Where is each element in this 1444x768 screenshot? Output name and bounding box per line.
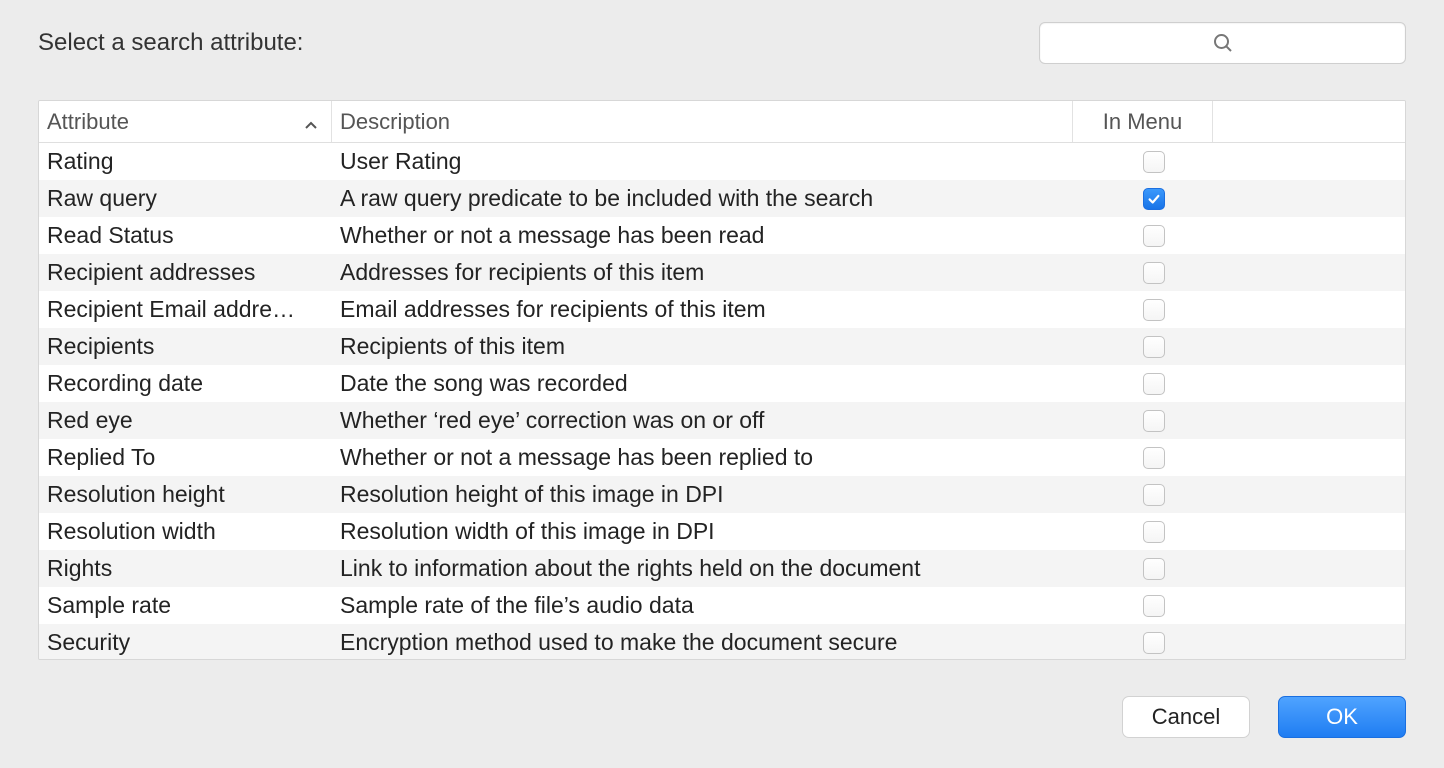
attribute-cell: Red eye	[39, 407, 332, 434]
attribute-cell: Rights	[39, 555, 332, 582]
attribute-cell: Security	[39, 629, 332, 656]
table-row[interactable]: Recipient Email addre…Email addresses fo…	[39, 291, 1405, 328]
in-menu-cell	[1073, 410, 1405, 432]
attribute-cell: Replied To	[39, 444, 332, 471]
table-row[interactable]: RightsLink to information about the righ…	[39, 550, 1405, 587]
column-header-label: In Menu	[1103, 109, 1183, 135]
attribute-cell: Sample rate	[39, 592, 332, 619]
description-cell: A raw query predicate to be included wit…	[332, 185, 1073, 212]
column-header-spacer	[1213, 101, 1405, 142]
in-menu-cell	[1073, 299, 1405, 321]
in-menu-checkbox[interactable]	[1143, 558, 1165, 580]
description-cell: User Rating	[332, 148, 1073, 175]
in-menu-cell	[1073, 262, 1405, 284]
search-field[interactable]	[1039, 22, 1406, 64]
table-row[interactable]: RecipientsRecipients of this item	[39, 328, 1405, 365]
cancel-button[interactable]: Cancel	[1122, 696, 1250, 738]
table-row[interactable]: Read StatusWhether or not a message has …	[39, 217, 1405, 254]
column-header-label: Description	[340, 109, 450, 135]
in-menu-cell	[1073, 447, 1405, 469]
attribute-cell: Rating	[39, 148, 332, 175]
table-row[interactable]: RatingUser Rating	[39, 143, 1405, 180]
column-header-description[interactable]: Description	[332, 101, 1073, 142]
in-menu-checkbox[interactable]	[1143, 410, 1165, 432]
attribute-cell: Read Status	[39, 222, 332, 249]
in-menu-checkbox[interactable]	[1143, 373, 1165, 395]
in-menu-checkbox[interactable]	[1143, 632, 1165, 654]
table-row[interactable]: Recipient addressesAddresses for recipie…	[39, 254, 1405, 291]
attribute-cell: Recipient addresses	[39, 259, 332, 286]
header: Select a search attribute:	[38, 18, 1406, 68]
in-menu-checkbox[interactable]	[1143, 225, 1165, 247]
button-label: Cancel	[1152, 704, 1220, 730]
attribute-cell: Recording date	[39, 370, 332, 397]
in-menu-checkbox[interactable]	[1143, 188, 1165, 210]
prompt-label: Select a search attribute:	[38, 29, 303, 57]
in-menu-cell	[1073, 484, 1405, 506]
in-menu-cell	[1073, 188, 1405, 210]
in-menu-cell	[1073, 595, 1405, 617]
search-icon	[1211, 31, 1235, 55]
in-menu-checkbox[interactable]	[1143, 595, 1165, 617]
description-cell: Resolution width of this image in DPI	[332, 518, 1073, 545]
in-menu-checkbox[interactable]	[1143, 521, 1165, 543]
in-menu-checkbox[interactable]	[1143, 336, 1165, 358]
dialog-footer: Cancel OK	[1122, 696, 1406, 738]
description-cell: Recipients of this item	[332, 333, 1073, 360]
description-cell: Date the song was recorded	[332, 370, 1073, 397]
attribute-cell: Raw query	[39, 185, 332, 212]
column-header-in-menu[interactable]: In Menu	[1073, 101, 1213, 142]
table-row[interactable]: Raw queryA raw query predicate to be inc…	[39, 180, 1405, 217]
description-cell: Resolution height of this image in DPI	[332, 481, 1073, 508]
description-cell: Email addresses for recipients of this i…	[332, 296, 1073, 323]
table-row[interactable]: Resolution widthResolution width of this…	[39, 513, 1405, 550]
in-menu-checkbox[interactable]	[1143, 151, 1165, 173]
ok-button[interactable]: OK	[1278, 696, 1406, 738]
in-menu-cell	[1073, 336, 1405, 358]
in-menu-cell	[1073, 521, 1405, 543]
table-row[interactable]: Red eyeWhether ‘red eye’ correction was …	[39, 402, 1405, 439]
table-row[interactable]: Recording dateDate the song was recorded	[39, 365, 1405, 402]
attribute-picker-dialog: Select a search attribute: Attribute	[0, 0, 1444, 768]
description-cell: Link to information about the rights hel…	[332, 555, 1073, 582]
description-cell: Whether or not a message has been replie…	[332, 444, 1073, 471]
table-row[interactable]: Sample rateSample rate of the file’s aud…	[39, 587, 1405, 624]
in-menu-checkbox[interactable]	[1143, 484, 1165, 506]
attribute-cell: Resolution height	[39, 481, 332, 508]
in-menu-cell	[1073, 151, 1405, 173]
description-cell: Whether or not a message has been read	[332, 222, 1073, 249]
in-menu-checkbox[interactable]	[1143, 447, 1165, 469]
description-cell: Sample rate of the file’s audio data	[332, 592, 1073, 619]
attribute-cell: Resolution width	[39, 518, 332, 545]
in-menu-cell	[1073, 558, 1405, 580]
table-row[interactable]: Replied ToWhether or not a message has b…	[39, 439, 1405, 476]
attribute-cell: Recipients	[39, 333, 332, 360]
table-row[interactable]: SecurityEncryption method used to make t…	[39, 624, 1405, 659]
column-header-label: Attribute	[47, 109, 129, 135]
in-menu-cell	[1073, 373, 1405, 395]
button-label: OK	[1326, 704, 1358, 730]
attribute-cell: Recipient Email addre…	[39, 296, 332, 323]
table-row[interactable]: Resolution heightResolution height of th…	[39, 476, 1405, 513]
column-header-attribute[interactable]: Attribute	[39, 101, 332, 142]
table-header: Attribute Description In Menu	[39, 101, 1405, 143]
in-menu-cell	[1073, 632, 1405, 654]
in-menu-checkbox[interactable]	[1143, 262, 1165, 284]
description-cell: Addresses for recipients of this item	[332, 259, 1073, 286]
sort-ascending-icon	[303, 114, 319, 130]
description-cell: Encryption method used to make the docum…	[332, 629, 1073, 656]
table-body[interactable]: RatingUser RatingRaw queryA raw query pr…	[39, 143, 1405, 659]
in-menu-checkbox[interactable]	[1143, 299, 1165, 321]
in-menu-cell	[1073, 225, 1405, 247]
attribute-table: Attribute Description In Menu RatingUser…	[38, 100, 1406, 660]
description-cell: Whether ‘red eye’ correction was on or o…	[332, 407, 1073, 434]
